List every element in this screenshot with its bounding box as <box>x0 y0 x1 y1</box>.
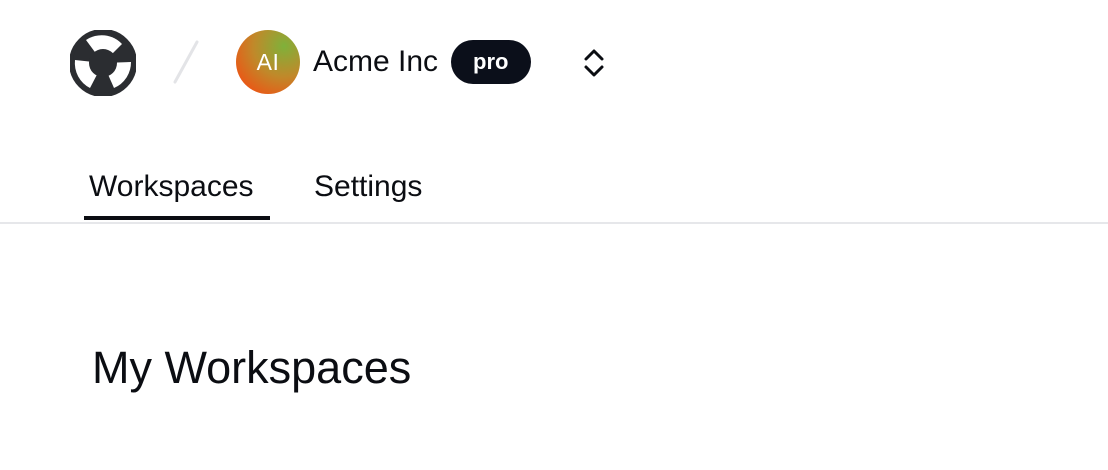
top-bar: AI Acme Inc pro <box>0 0 1108 126</box>
tab-workspaces[interactable]: Workspaces <box>89 170 254 204</box>
org-switcher[interactable]: AI Acme Inc pro <box>236 30 531 94</box>
slash-separator-icon <box>172 40 200 84</box>
org-name: Acme Inc <box>313 45 439 78</box>
app-logo-icon[interactable] <box>70 30 136 96</box>
org-avatar: AI <box>236 30 300 94</box>
plan-badge: pro <box>451 40 531 84</box>
active-tab-indicator <box>84 216 270 220</box>
tab-bar: Workspaces Settings <box>0 150 1108 224</box>
chevron-up-down-icon[interactable] <box>578 45 610 81</box>
page-title: My Workspaces <box>92 342 412 393</box>
tab-settings[interactable]: Settings <box>314 170 422 204</box>
app-logo-svg <box>70 30 136 96</box>
